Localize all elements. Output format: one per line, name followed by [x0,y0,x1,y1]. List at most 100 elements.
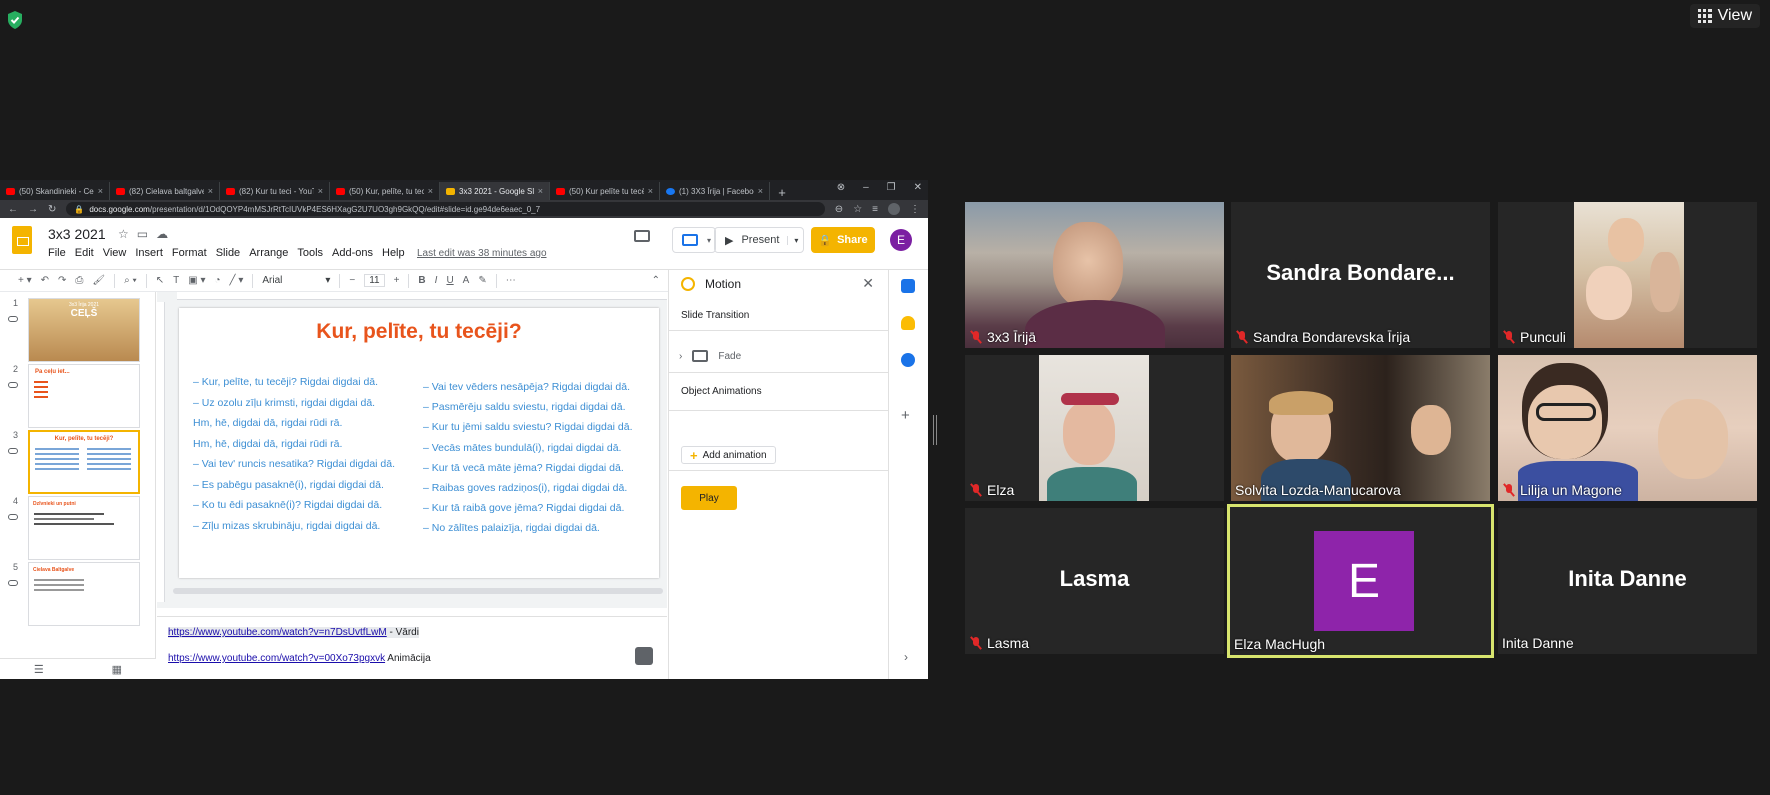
print-icon[interactable]: ⎙ [75,275,83,286]
bookmark-star-icon[interactable]: ☆ [853,204,862,215]
increase-font-icon[interactable]: + [394,275,400,286]
menu-insert[interactable]: Insert [135,247,163,259]
menu-view[interactable]: View [103,247,127,259]
url-field[interactable]: 🔒 docs.google.com /presentation/d/1OdQOY… [66,202,825,216]
tab-search-icon[interactable]: ⊗ [837,182,845,193]
note-link[interactable]: https://www.youtube.com/watch?v=n7DsUvtf… [168,627,387,638]
bold-icon[interactable]: B [418,275,425,286]
cloud-saved-icon[interactable]: ☁ [156,227,168,241]
participant-tile[interactable]: Inita Danne Inita Danne [1498,508,1757,654]
present-button[interactable]: ▶ Present ▾ [714,227,804,253]
more-icon[interactable]: ⋮ [910,204,920,215]
filmstrip-item[interactable]: 4 Dzīvnieki un putni [0,496,150,562]
browser-tab[interactable]: (50) Kur pelīte tu tecēj × [550,182,660,200]
note-link[interactable]: https://www.youtube.com/watch?v=00Xo73pg… [168,653,385,664]
menu-help[interactable]: Help [382,247,405,259]
google-slides-logo[interactable] [12,226,32,254]
browser-tab[interactable]: (50) Skandinieki - Ceļš × [0,182,110,200]
browser-tab[interactable]: (82) Cielava baltgalve (× [110,182,220,200]
more-options-icon[interactable]: ⋯ [506,275,516,286]
close-icon[interactable]: × [758,186,763,196]
add-animation-button[interactable]: + Add animation [681,446,776,464]
slide-thumbnail[interactable]: Dzīvnieki un putni [28,496,140,560]
image-icon[interactable]: ▣ ▾ [188,275,205,286]
menu-file[interactable]: File [48,247,66,259]
chevron-right-icon[interactable]: › [904,650,908,664]
participant-tile[interactable]: Punculi [1498,202,1757,348]
lyrics-left-column[interactable]: – Kur, pelīte, tu tecēji? Rigdai digdai … [193,372,395,536]
last-edit-link[interactable]: Last edit was 38 minutes ago [417,248,547,259]
add-comment-icon[interactable] [635,647,653,665]
horizontal-scrollbar[interactable] [173,588,663,594]
close-icon[interactable]: × [318,186,323,196]
new-tab-icon[interactable]: + [770,185,794,200]
comment-history-icon[interactable] [634,230,650,242]
reload-icon[interactable]: ↻ [48,204,56,215]
slide-thumbnail[interactable]: Cielava Baltgalve [28,562,140,626]
menu-slide[interactable]: Slide [216,247,240,259]
close-icon[interactable]: ✕ [862,275,874,292]
menu-arrange[interactable]: Arrange [249,247,288,259]
underline-icon[interactable]: U [446,275,453,286]
italic-icon[interactable]: I [435,275,438,286]
forward-icon[interactable]: → [28,204,38,215]
menu-format[interactable]: Format [172,247,207,259]
profile-icon[interactable] [888,203,900,215]
participant-tile[interactable]: Solvita Lozda-Manucarova [1231,355,1490,501]
shield-security-icon[interactable] [6,10,24,30]
share-button[interactable]: 🔒 Share [811,227,875,253]
slide-title[interactable]: Kur, pelīte, tu tecēji? [179,320,659,344]
select-icon[interactable]: ↖ [156,275,164,286]
font-size-field[interactable]: 11 [364,274,385,287]
back-icon[interactable]: ← [8,204,18,215]
participant-tile[interactable]: Lasma Lasma [965,508,1224,654]
close-window-icon[interactable]: ✕ [914,182,922,193]
minimize-icon[interactable]: – [863,182,869,193]
document-title[interactable]: 3x3 2021 [48,226,106,242]
highlight-icon[interactable]: ✎ [478,275,486,286]
browser-tab[interactable]: (1) 3X3 Īrija | Facebook × [660,182,770,200]
decrease-font-icon[interactable]: − [349,275,355,286]
participant-tile[interactable]: 3x3 Īrijā [965,202,1224,348]
paint-format-icon[interactable]: 🖌 [92,275,105,286]
lyrics-right-column[interactable]: – Vai tev vēders nesāpēja? Rigdai digdai… [423,377,633,539]
zoom-tool-icon[interactable]: ⌕ ▾ [124,275,137,286]
close-icon[interactable]: × [428,186,433,196]
zoom-icon[interactable]: ⊖ [835,204,843,215]
list-view-icon[interactable]: ☰ [34,663,44,676]
menu-addons[interactable]: Add-ons [332,247,373,259]
current-slide[interactable]: Kur, pelīte, tu tecēji? – Kur, pelīte, t… [179,308,659,578]
filmstrip-item[interactable]: 2 Pa ceļu iet... [0,364,150,430]
keep-icon[interactable] [901,316,915,330]
browser-tab[interactable]: (50) Kur, pelīte, tu tecē × [330,182,440,200]
present-to-meeting-button[interactable]: ▾ [672,227,717,253]
participant-tile[interactable]: Sandra Bondare... Sandra Bondarevska Īri… [1231,202,1490,348]
text-color-icon[interactable]: A [463,275,470,286]
speaker-notes[interactable]: https://www.youtube.com/watch?v=n7DsUvtf… [157,616,667,679]
filmstrip-item[interactable]: 1 3x3 Īrija 2021 CEĻŠ [0,298,150,364]
chevron-down-icon[interactable]: ▾ [787,235,804,245]
slide-thumbnail[interactable]: Pa ceļu iet... [28,364,140,428]
tasks-icon[interactable] [901,353,915,367]
close-icon[interactable]: × [648,186,653,196]
participant-tile[interactable]: Lilija un Magone [1498,355,1757,501]
close-icon[interactable]: × [538,186,543,196]
line-icon[interactable]: ╱ ▾ [230,275,244,286]
calendar-icon[interactable] [901,279,915,293]
add-on-plus-icon[interactable]: + [901,407,910,424]
shape-icon[interactable]: ◔ [214,275,220,286]
reading-list-icon[interactable]: ≡ [872,204,878,215]
undo-icon[interactable]: ↶ [41,275,49,286]
view-button[interactable]: View [1689,4,1760,28]
move-folder-icon[interactable]: ▭ [137,227,148,241]
filmstrip-item-selected[interactable]: 3 Kur, pelīte, tu tecēji? [0,430,150,496]
menu-tools[interactable]: Tools [297,247,323,259]
text-box-icon[interactable]: T [173,275,179,286]
font-select[interactable]: Arial ▾ [262,275,330,286]
play-button[interactable]: Play [681,486,737,510]
redo-icon[interactable]: ↷ [58,275,66,286]
browser-tab[interactable]: (82) Kur tu teci - YouTu × [220,182,330,200]
chevron-right-icon[interactable]: › [679,351,682,362]
account-avatar[interactable]: E [890,229,912,251]
restore-icon[interactable]: ❐ [887,182,896,193]
